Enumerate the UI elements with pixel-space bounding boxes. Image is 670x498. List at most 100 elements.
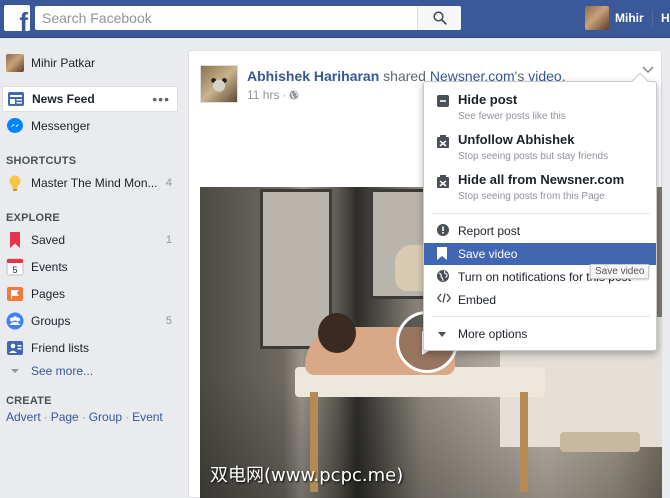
sidebar-item-count: 4	[165, 177, 172, 189]
menu-item-more-options[interactable]: More options	[424, 323, 656, 345]
see-more-label: See more...	[31, 364, 94, 378]
author-link[interactable]: Abhishek Hariharan	[247, 68, 379, 84]
more-options-icon[interactable]: •••	[152, 91, 170, 107]
divider	[652, 10, 653, 28]
news-feed-icon	[7, 90, 25, 108]
post-options-chevron-icon[interactable]	[641, 65, 655, 75]
menu-item-save-video[interactable]: Save video	[424, 243, 656, 265]
menu-item-subtitle: Stop seeing posts but stay friends	[458, 151, 609, 162]
calendar-icon: 5	[6, 258, 24, 276]
create-group-link[interactable]: Group	[89, 410, 122, 424]
chevron-down-icon	[11, 369, 19, 373]
menu-item-subtitle: See fewer posts like this	[458, 111, 566, 122]
globe-icon	[289, 90, 299, 100]
create-page-link[interactable]: Page	[51, 410, 79, 424]
post-timestamp[interactable]: 11 hrs	[247, 88, 279, 102]
hide-post-icon	[437, 95, 449, 107]
menu-item-label: Report post	[458, 224, 521, 238]
home-link[interactable]: H	[661, 11, 670, 25]
create-links: Advert · Page · Group · Event	[6, 410, 163, 424]
author-avatar[interactable]	[200, 65, 238, 103]
video-frame-detail	[560, 432, 640, 452]
section-title-shortcuts: SHORTCUTS	[6, 155, 77, 167]
see-more-link[interactable]: See more...	[6, 364, 93, 378]
separator: ·	[282, 88, 287, 102]
separator: ·	[81, 410, 86, 424]
sidebar-item-label: Pages	[31, 287, 66, 301]
menu-item-unfollow[interactable]: Unfollow Abhishek Stop seeing posts but …	[424, 130, 656, 170]
post-action-text: shared	[383, 68, 426, 84]
sidebar-item-label: Groups	[31, 314, 71, 328]
lightbulb-icon	[6, 174, 24, 192]
menu-item-label: More options	[458, 327, 528, 341]
bookmark-icon	[6, 231, 24, 249]
sidebar-item-label: Messenger	[31, 119, 91, 133]
create-advert-link[interactable]: Advert	[6, 410, 41, 424]
post-meta: 11 hrs ·	[247, 88, 299, 102]
sidebar-item-master-the-mind[interactable]: Master The Mind Mon... 4	[0, 170, 180, 196]
sidebar-item-friend-lists[interactable]: Friend lists	[0, 335, 180, 361]
sidebar-item-messenger[interactable]: Messenger	[0, 113, 180, 139]
menu-divider	[432, 316, 650, 317]
search-bar	[35, 6, 461, 30]
menu-item-report-post[interactable]: Report post	[424, 220, 656, 242]
sidebar-item-label: Events	[31, 260, 68, 274]
left-sidebar: Mihir Patkar News Feed ••• Messenger SHO…	[0, 38, 182, 498]
unfollow-icon	[437, 135, 449, 148]
top-bar: f Mihir H	[0, 0, 670, 38]
menu-item-title: Unfollow Abhishek	[458, 132, 575, 147]
sidebar-item-label: Mihir Patkar	[31, 56, 96, 70]
menu-divider	[432, 213, 650, 214]
profile-link[interactable]: Mihir	[585, 6, 644, 30]
menu-item-title: Hide all from Newsner.com	[458, 172, 625, 187]
sidebar-item-count: 5	[165, 315, 172, 327]
separator: ·	[43, 410, 48, 424]
caret-down-icon	[438, 332, 446, 337]
globe-icon	[437, 270, 449, 282]
sidebar-item-label: Friend lists	[31, 341, 90, 355]
menu-item-label: Save video	[458, 247, 518, 261]
video-frame-detail	[318, 313, 356, 353]
menu-item-subtitle: Stop seeing posts from this Page	[458, 191, 605, 202]
menu-item-label: Embed	[458, 293, 497, 307]
flag-icon	[6, 285, 24, 303]
messenger-icon	[6, 117, 24, 135]
report-icon	[437, 224, 449, 236]
sidebar-item-label: Master The Mind Mon...	[31, 176, 158, 190]
sidebar-item-news-feed[interactable]: News Feed •••	[2, 86, 178, 112]
search-input[interactable]	[35, 7, 417, 29]
tooltip: Save video	[590, 264, 650, 279]
menu-item-hide-post[interactable]: Hide post See fewer posts like this	[424, 90, 656, 130]
menu-item-title: Hide post	[458, 92, 518, 107]
sidebar-item-groups[interactable]: Groups 5	[0, 308, 180, 334]
friend-lists-icon	[6, 339, 24, 357]
sidebar-item-saved[interactable]: Saved 1	[0, 227, 180, 253]
watermark-text: 双电网(www.pcpc.me)	[210, 465, 404, 486]
hide-all-icon	[437, 175, 449, 188]
sidebar-item-profile[interactable]: Mihir Patkar	[0, 50, 180, 76]
profile-name: Mihir	[615, 11, 644, 25]
avatar	[6, 54, 24, 72]
logo-letter: f	[19, 7, 28, 31]
video-frame-detail	[520, 392, 528, 492]
facebook-logo-icon[interactable]: f	[4, 5, 30, 31]
section-title-create: CREATE	[6, 395, 52, 407]
create-event-link[interactable]: Event	[132, 410, 163, 424]
sidebar-item-pages[interactable]: Pages	[0, 281, 180, 307]
menu-item-hide-all[interactable]: Hide all from Newsner.com Stop seeing po…	[424, 170, 656, 210]
groups-icon	[6, 312, 24, 330]
search-icon	[432, 11, 447, 25]
menu-item-embed[interactable]: Embed	[424, 289, 656, 311]
sidebar-item-count: 1	[165, 234, 172, 246]
svg-text:5: 5	[12, 265, 17, 275]
sidebar-item-events[interactable]: 5 Events	[0, 254, 180, 280]
sidebar-item-label: News Feed	[32, 92, 95, 106]
separator: ·	[125, 410, 130, 424]
sidebar-item-label: Saved	[31, 233, 66, 247]
bookmark-icon	[437, 247, 447, 260]
search-button[interactable]	[417, 6, 461, 30]
embed-icon	[437, 293, 451, 303]
section-title-explore: EXPLORE	[6, 212, 60, 224]
post-options-menu: Hide post See fewer posts like this Unfo…	[423, 72, 657, 351]
avatar	[585, 6, 609, 30]
